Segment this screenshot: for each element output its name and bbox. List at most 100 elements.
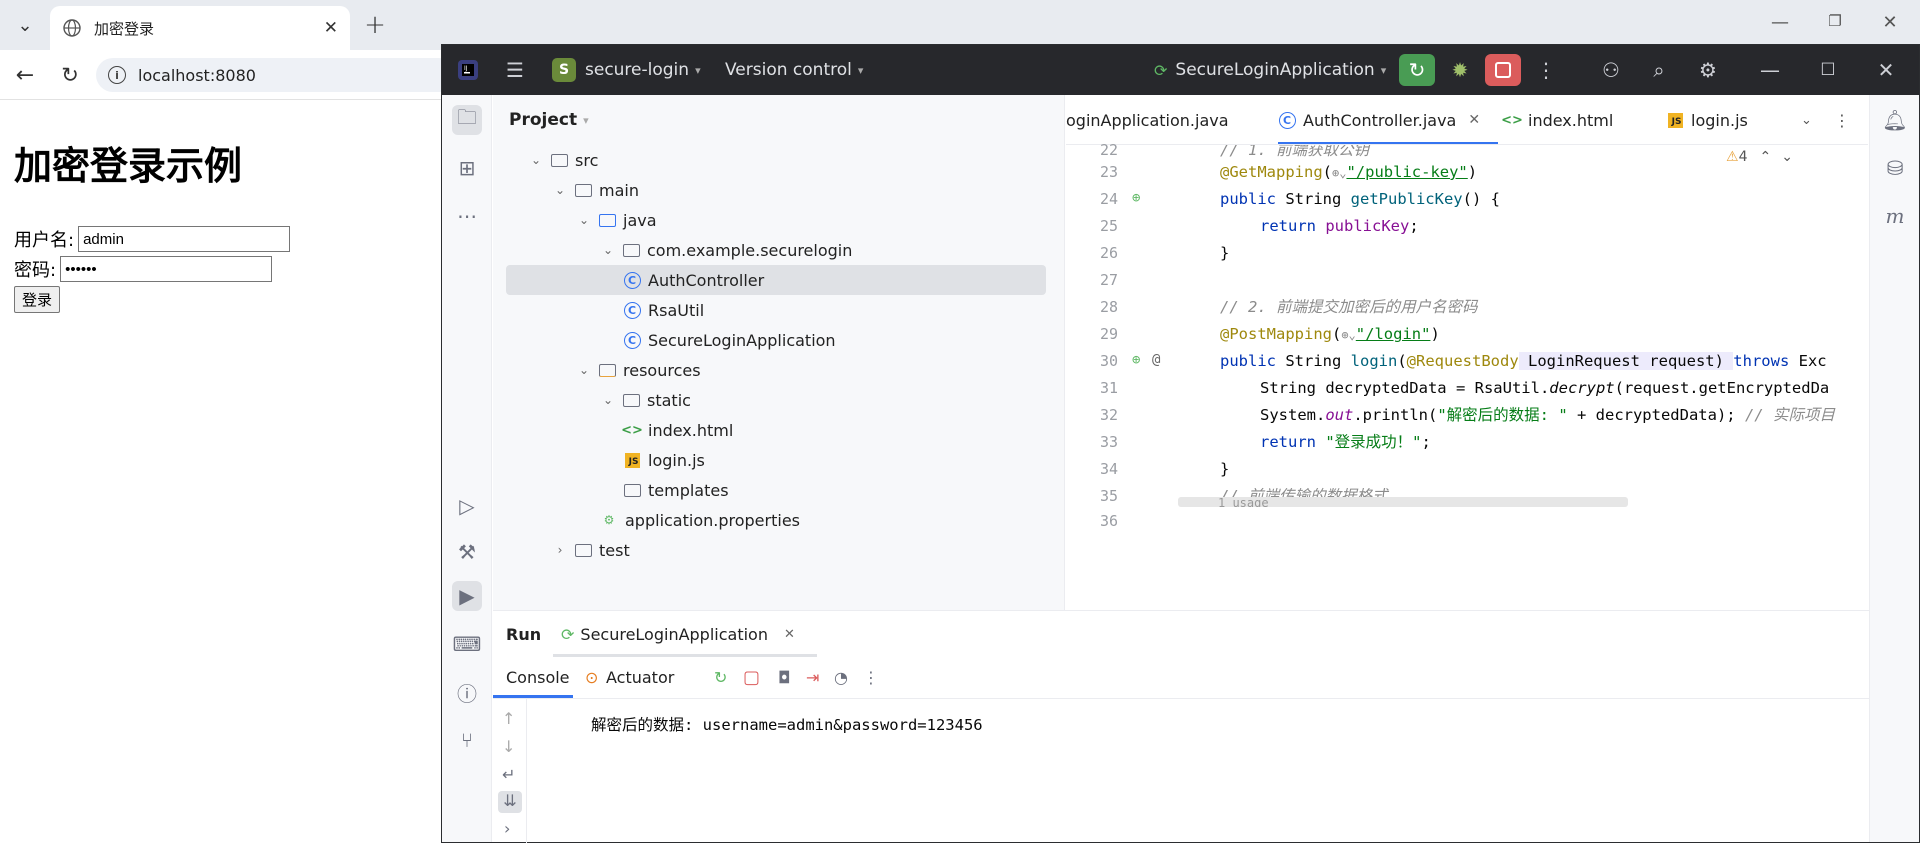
stop-icon[interactable]: ▢ — [743, 667, 760, 688]
settings-gear-icon[interactable]: ⚙ — [1690, 54, 1726, 86]
chevron-down-icon[interactable]: ⌄ — [600, 243, 616, 257]
run-tool-icon[interactable]: ▶ — [452, 581, 482, 611]
tree-item-app[interactable]: C SecureLoginApplication — [493, 325, 1053, 355]
arrow-down-icon[interactable]: ↓ — [502, 737, 515, 756]
tree-item-package[interactable]: ⌄ com.example.securelogin — [493, 235, 1053, 265]
git-icon[interactable]: ⑂ — [452, 725, 482, 755]
run-app-tab[interactable]: ⟳ SecureLoginApplication ✕ — [553, 611, 817, 657]
token: throws — [1733, 352, 1790, 370]
username-input[interactable] — [78, 226, 291, 252]
tree-item-login-js[interactable]: JS login.js — [493, 445, 1053, 475]
more-vertical-icon[interactable]: ⋮ — [1528, 54, 1564, 86]
restore-icon[interactable]: ❐ — [1815, 12, 1855, 30]
tab-list-chevron-icon[interactable]: ⌄ — [1801, 95, 1812, 144]
database-icon[interactable]: ⛁ — [1880, 153, 1910, 183]
problems-icon[interactable]: ⓘ — [452, 677, 482, 707]
tree-item-java[interactable]: ⌄ java — [493, 205, 1053, 235]
search-icon[interactable]: ⌕ — [1641, 54, 1677, 86]
project-folder-icon[interactable]: 🗀 — [452, 105, 482, 135]
close-tab-icon[interactable]: ✕ — [784, 627, 795, 642]
class-icon: C — [1278, 111, 1296, 129]
more-vertical-icon[interactable]: ⋮ — [1834, 95, 1850, 144]
project-panel-header[interactable]: Project ▾ — [493, 95, 1064, 145]
login-button[interactable]: 登录 — [14, 286, 61, 313]
chevron-down-icon[interactable]: ⌄ — [528, 153, 544, 167]
at-annotation-icon[interactable]: @ — [1152, 352, 1160, 368]
structure-icon[interactable]: ⊞ — [452, 153, 482, 183]
debug-bug-icon[interactable]: ✹ — [1442, 54, 1478, 86]
editor-tab-index-html[interactable]: <> index.html — [1501, 95, 1613, 144]
chevron-down-icon[interactable]: ⌄ — [1781, 149, 1793, 165]
html-icon: <> — [621, 422, 643, 438]
tree-item-static[interactable]: ⌄ static — [493, 385, 1053, 415]
chevron-up-icon[interactable]: ⌃ — [1759, 149, 1771, 165]
actuator-tab[interactable]: Actuator — [606, 668, 674, 687]
exit-icon[interactable]: ⇥ — [806, 668, 819, 687]
more-horizontal-icon[interactable]: ⋯ — [452, 201, 482, 231]
close-tab-icon[interactable]: ✕ — [1468, 112, 1480, 128]
tree-item-test[interactable]: › test — [493, 535, 1053, 565]
chevron-down-icon[interactable]: ⌄ — [576, 213, 592, 227]
code-editor[interactable]: // 1. 前端获取公钥 @GetMapping(⊕⌄"/public-key"… — [1178, 145, 1868, 507]
project-widget[interactable]: S secure-login ▾ — [552, 45, 701, 95]
tree-item-main[interactable]: ⌄ main — [493, 175, 1053, 205]
rerun-icon[interactable]: ↻ — [1399, 54, 1435, 86]
camera-icon[interactable]: ◘ — [778, 668, 791, 687]
window-close-icon[interactable]: ✕ — [1870, 12, 1910, 33]
run-config-selector[interactable]: ⟳ SecureLoginApplication ▾ — [1154, 45, 1386, 95]
terminal-icon[interactable]: ⌨ — [452, 629, 482, 659]
more-vertical-icon[interactable]: ⋮ — [863, 668, 879, 687]
editor-tab-authcontroller[interactable]: C AuthController.java ✕ — [1278, 95, 1499, 144]
token: ( — [1397, 352, 1407, 370]
rerun-icon[interactable]: ↻ — [714, 668, 727, 687]
ide-minimize-icon[interactable]: — — [1752, 54, 1788, 86]
tree-item-resources[interactable]: ⌄ resources — [493, 355, 1053, 385]
editor-tab-login-js[interactable]: JS login.js — [1666, 95, 1748, 144]
line-number: 34 — [1099, 460, 1118, 478]
add-user-icon[interactable]: ⚇ — [1593, 54, 1629, 86]
tree-item-app-properties[interactable]: ⚙ application.properties — [493, 505, 1053, 535]
notifications-bell-icon[interactable]: 🔔︎ — [1880, 105, 1910, 135]
close-tab-icon[interactable]: ✕ — [324, 18, 338, 38]
chevron-down-icon[interactable]: ⌄ — [576, 363, 592, 377]
password-input[interactable] — [60, 256, 273, 282]
intellij-logo-icon[interactable]: IJ — [450, 54, 486, 86]
reload-icon[interactable]: ↻ — [53, 58, 87, 92]
soft-wrap-icon[interactable]: ↵ — [502, 765, 515, 784]
inspection-widget[interactable]: ⚠4 ⌃ ⌄ — [1726, 149, 1793, 165]
new-tab-plus-icon[interactable]: + — [358, 8, 392, 42]
console-tab[interactable]: Console — [506, 668, 570, 687]
spring-endpoint-icon[interactable]: ⊕ — [1132, 190, 1140, 206]
site-info-icon[interactable]: i — [108, 66, 126, 84]
minimize-icon[interactable]: — — [1760, 12, 1800, 33]
maven-icon[interactable]: m — [1880, 201, 1910, 231]
arrow-up-icon[interactable]: ↑ — [502, 709, 515, 728]
profiler-gauge-icon[interactable]: ◔ — [834, 668, 848, 687]
ide-maximize-icon[interactable]: ☐ — [1810, 54, 1846, 86]
build-hammer-icon[interactable]: ⚒ — [452, 537, 482, 567]
back-arrow-icon[interactable]: ← — [8, 58, 42, 92]
token: .println( — [1353, 406, 1438, 424]
stop-icon[interactable] — [1485, 54, 1521, 86]
chevron-down-icon[interactable]: ⌄ — [552, 183, 568, 197]
tree-item-authcontroller[interactable]: C AuthController — [506, 265, 1046, 295]
browser-tab[interactable]: 加密登录 ✕ — [50, 6, 350, 50]
ide-close-icon[interactable]: ✕ — [1868, 54, 1904, 86]
tree-item-templates[interactable]: templates — [493, 475, 1053, 505]
spring-endpoint-icon[interactable]: ⊕ — [1132, 352, 1140, 368]
chevron-right-icon[interactable]: › — [504, 819, 510, 838]
chevron-down-icon[interactable]: ⌄ — [600, 393, 616, 407]
js-icon: JS — [1666, 112, 1684, 128]
tree-item-index-html[interactable]: <> index.html — [493, 415, 1053, 445]
main-menu-hamburger-icon[interactable]: ☰ — [497, 54, 533, 86]
tree-item-src[interactable]: ⌄ src — [493, 145, 1053, 175]
code-line-26: } — [1220, 244, 1230, 262]
chevron-right-icon[interactable]: › — [552, 543, 568, 557]
run-tab-bar: Run ⟳ SecureLoginApplication ✕ — [493, 611, 1869, 657]
tree-item-rsautil[interactable]: C RsaUtil — [493, 295, 1053, 325]
address-bar[interactable]: i localhost:8080 — [96, 58, 456, 92]
services-icon[interactable]: ▷ — [452, 491, 482, 521]
tab-list-chevron-icon[interactable]: ⌄ — [8, 8, 42, 42]
scroll-to-end-icon[interactable]: ⇊ — [498, 791, 522, 813]
vcs-widget[interactable]: Version control ▾ — [725, 45, 863, 95]
